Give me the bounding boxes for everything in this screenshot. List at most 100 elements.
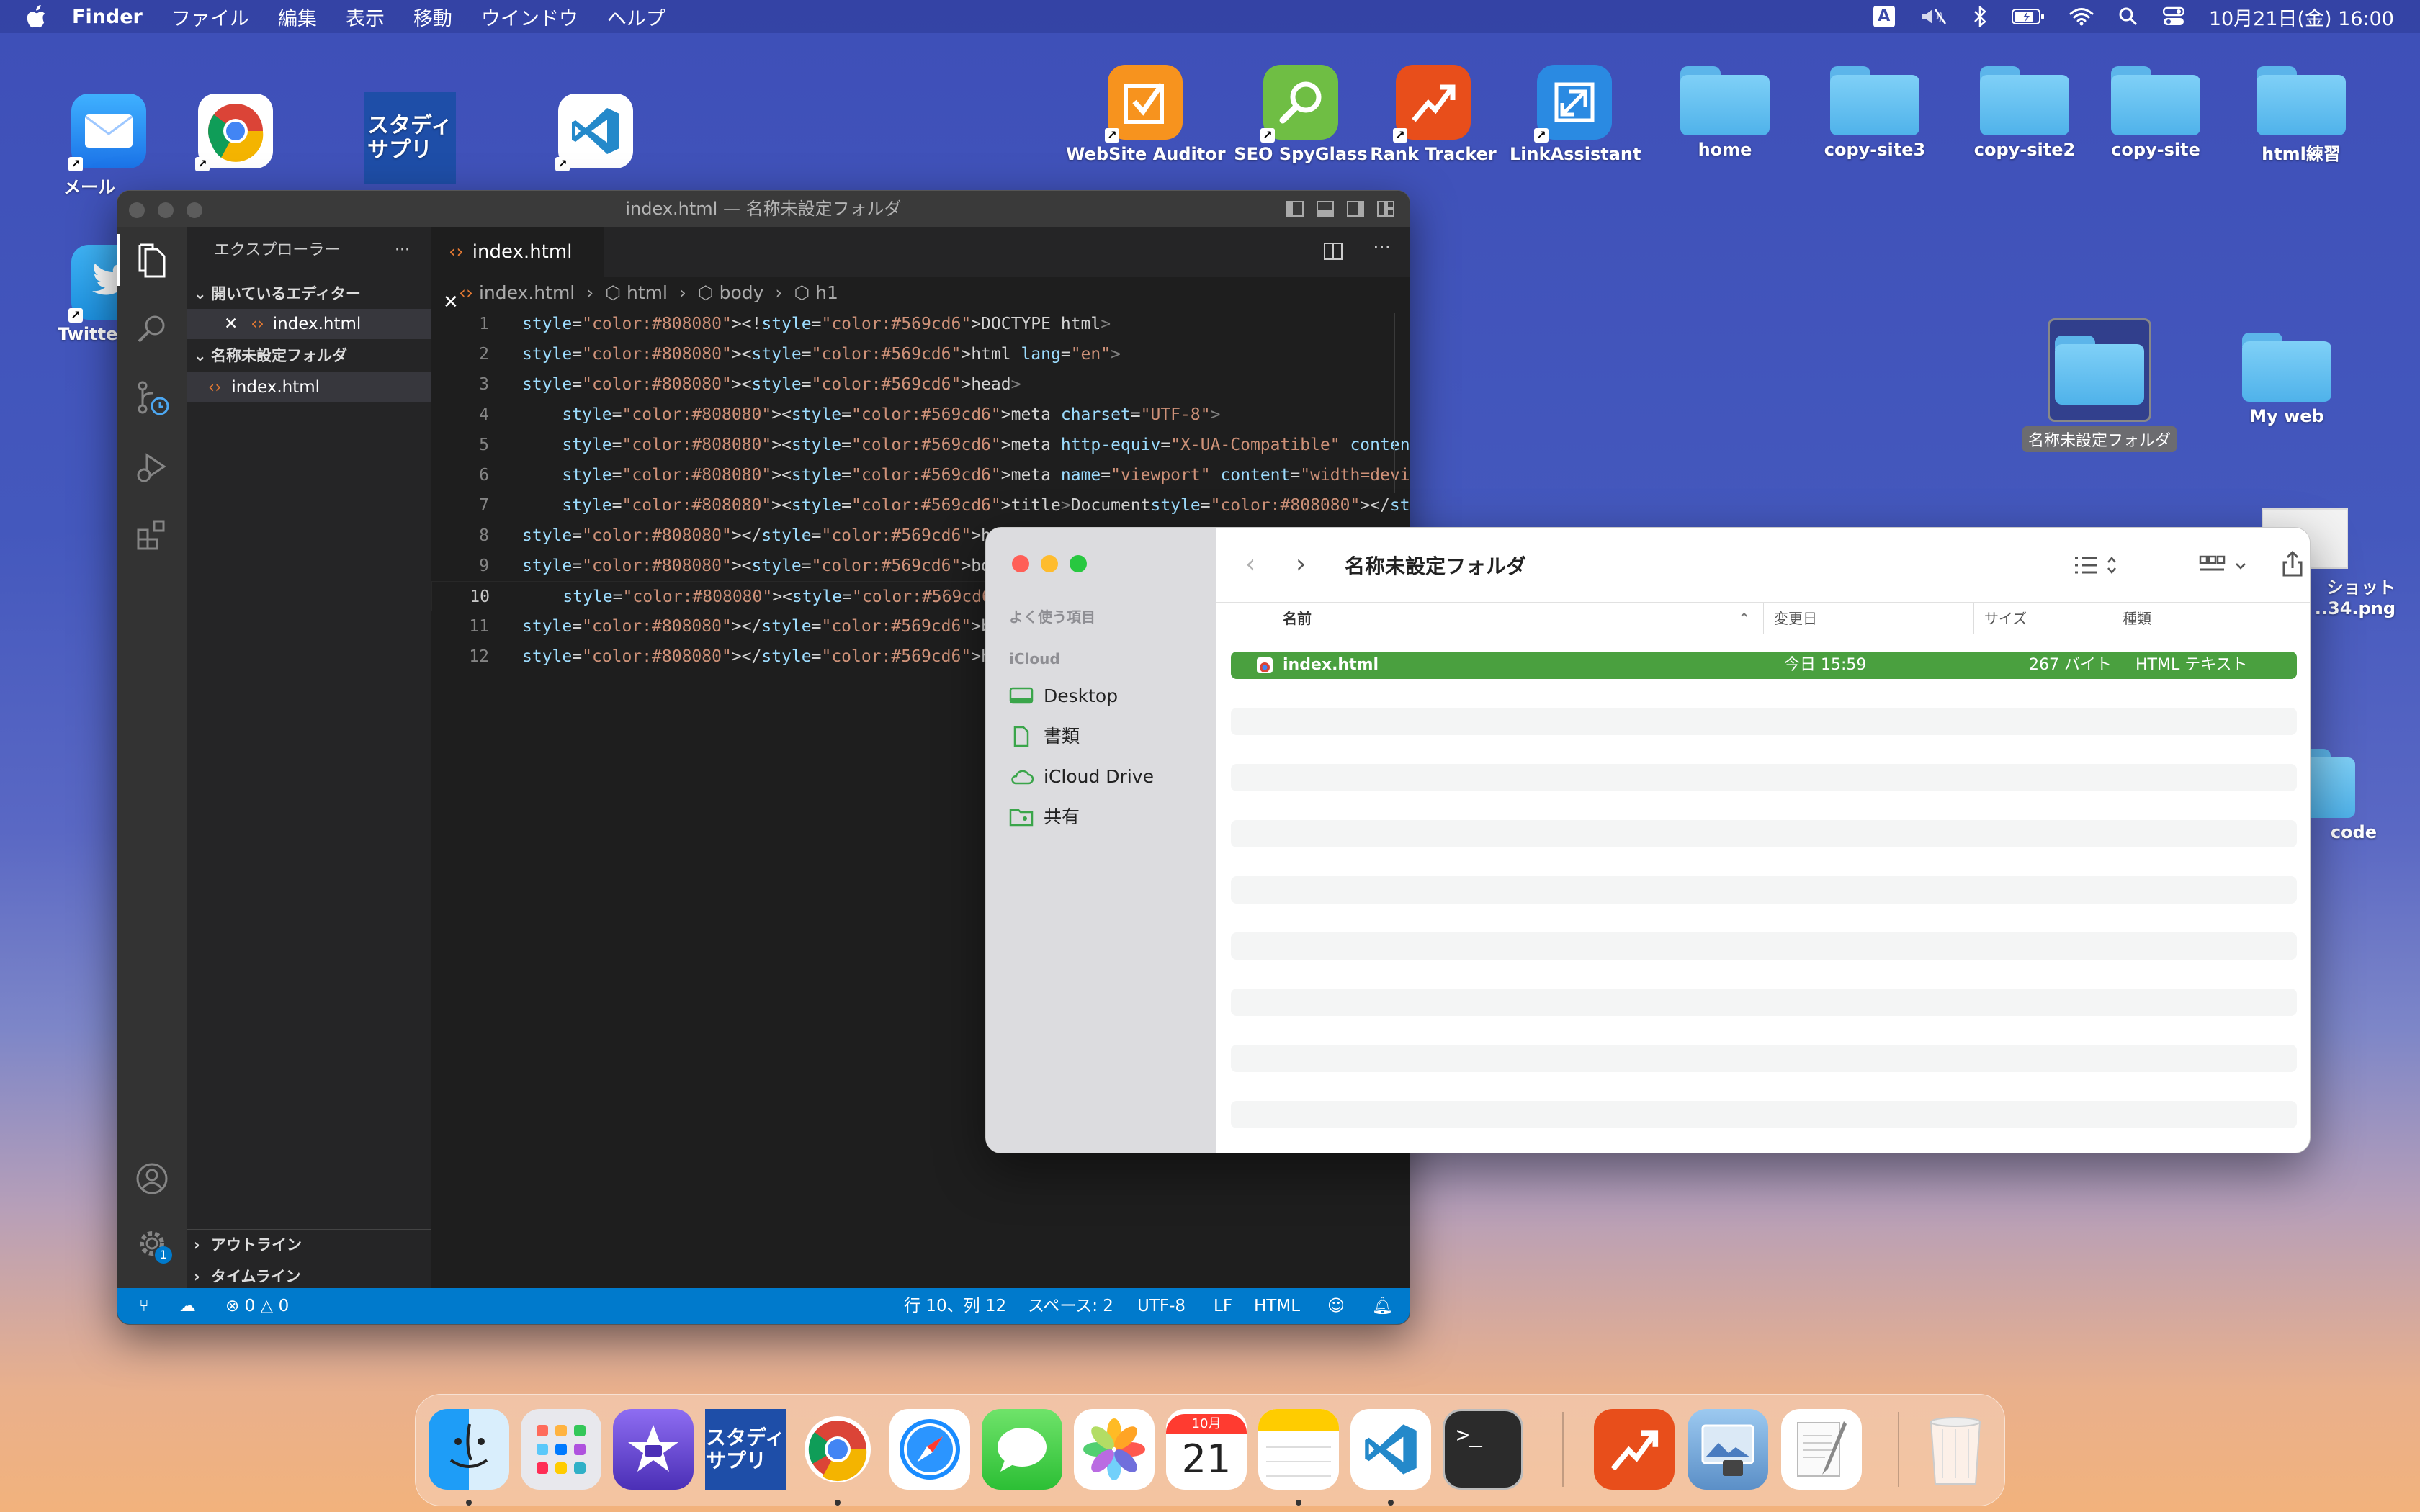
trash-icon[interactable] [1915, 1409, 1996, 1490]
apple-menu-icon[interactable] [26, 4, 48, 29]
desktop-folder-copy-site2[interactable]: copy-site2 [1971, 66, 2079, 160]
textedit-icon[interactable] [1781, 1409, 1862, 1490]
launchpad-icon[interactable] [521, 1409, 601, 1490]
explorer-icon[interactable] [132, 241, 172, 282]
preview-icon[interactable] [1688, 1409, 1768, 1490]
indentation[interactable]: スペース: 2 [1028, 1288, 1113, 1324]
calendar-icon[interactable]: 10月 21 [1166, 1409, 1247, 1490]
more-editor-actions-icon[interactable]: ··· [1373, 237, 1391, 258]
language-mode[interactable]: HTML [1254, 1288, 1300, 1324]
chrome-icon[interactable] [797, 1409, 878, 1490]
code-line[interactable]: 5 style="color:#808080"><style="color:#5… [431, 430, 1410, 460]
open-editor-item[interactable]: ✕ ‹› index.html [187, 309, 431, 339]
close-button[interactable] [129, 202, 145, 218]
menu-view[interactable]: 表示 [346, 3, 385, 31]
menu-file[interactable]: ファイル [171, 3, 249, 31]
column-header-kind[interactable]: 種類 [2112, 603, 2310, 634]
group-by-icon[interactable] [2199, 554, 2251, 580]
desktop-icon-chrome[interactable]: ↗ [189, 94, 282, 171]
timeline-section[interactable]: › タイムライン [187, 1261, 431, 1291]
terminal-icon[interactable]: >_ [1443, 1409, 1523, 1490]
wifi-icon[interactable] [2069, 7, 2094, 26]
battery-icon[interactable] [2011, 7, 2045, 26]
desktop-icon-website-auditor[interactable]: ↗ WebSite Auditor [1066, 65, 1226, 164]
open-editors-section[interactable]: ⌄ 開いているエディター [187, 279, 431, 309]
folder-section[interactable]: ⌄ 名称未設定フォルダ [187, 341, 431, 371]
desktop-icon-studysapuri[interactable]: スタディ サプリ [363, 92, 457, 184]
input-source-icon[interactable]: A [1873, 6, 1895, 27]
forward-chevron-icon[interactable]: › [1296, 549, 1306, 579]
minimize-button[interactable] [158, 202, 174, 218]
studysapuri-icon[interactable]: スタディ サプリ [705, 1409, 786, 1490]
close-icon[interactable]: ✕ [224, 315, 238, 333]
bluetooth-icon[interactable] [1973, 6, 1987, 27]
toggle-panel-icon[interactable] [1316, 199, 1335, 218]
sync-icon[interactable]: ☁ [179, 1288, 196, 1324]
sidebar-item-documents[interactable]: 書類 [1009, 719, 1080, 754]
source-control-icon[interactable] [132, 378, 172, 418]
toggle-sidebar-icon[interactable] [1286, 199, 1304, 218]
folder-file-item[interactable]: ‹› index.html [187, 372, 431, 402]
minimize-button[interactable] [1041, 555, 1058, 572]
encoding[interactable]: UTF-8 [1137, 1288, 1186, 1324]
toggle-secondary-sidebar-icon[interactable] [1346, 199, 1365, 218]
column-header-name[interactable]: 名前 ⌃ [1216, 603, 1764, 634]
outline-section[interactable]: › アウトライン [187, 1229, 431, 1259]
safari-icon[interactable] [889, 1409, 970, 1490]
menu-edit[interactable]: 編集 [278, 3, 317, 31]
customize-layout-icon[interactable] [1376, 199, 1395, 218]
list-view-icon[interactable] [2072, 554, 2120, 580]
tab-index-html[interactable]: ‹› index.html ✕ [431, 227, 604, 313]
desktop-icon-seo-spyglass[interactable]: ↗ SEO SpyGlass [1222, 65, 1380, 164]
settings-gear-icon[interactable]: 1 [132, 1223, 172, 1264]
minimap[interactable] [1394, 313, 1395, 493]
code-line[interactable]: 6 style="color:#808080"><style="color:#5… [431, 460, 1410, 490]
end-of-line[interactable]: LF [1214, 1288, 1232, 1324]
menu-app-finder[interactable]: Finder [72, 6, 143, 28]
menu-go[interactable]: 移動 [413, 3, 452, 31]
menu-clock[interactable]: 10月21日(金) 16:00 [2209, 3, 2394, 31]
back-chevron-icon[interactable]: ‹ [1245, 549, 1255, 579]
close-button[interactable] [1012, 555, 1029, 572]
feedback-icon[interactable]: ☺ [1327, 1288, 1345, 1324]
code-line[interactable]: 7 style="color:#808080"><style="color:#5… [431, 490, 1410, 521]
messages-icon[interactable] [982, 1409, 1062, 1490]
more-actions-icon[interactable]: ··· [395, 235, 410, 266]
breadcrumb-h1[interactable]: h1 [815, 282, 838, 303]
code-line[interactable]: 2 style="color:#808080"><style="color:#56… [431, 339, 1382, 369]
breadcrumb-body[interactable]: body [720, 282, 764, 303]
menu-help[interactable]: ヘルプ [607, 3, 666, 31]
search-icon[interactable] [132, 309, 172, 349]
imovie-icon[interactable] [613, 1409, 694, 1490]
photos-icon[interactable] [1074, 1409, 1155, 1490]
column-header-modified[interactable]: 変更日 [1764, 603, 1974, 634]
notes-icon[interactable] [1258, 1409, 1339, 1490]
mute-icon[interactable] [1919, 6, 1948, 27]
desktop-folder-html-practice[interactable]: html練習 [2247, 66, 2355, 165]
desktop-icon-linkassistant[interactable]: ↗ LinkAssistant [1510, 65, 1641, 164]
code-line[interactable]: 1 style="color:#808080"><!style="color:#5… [431, 309, 1382, 339]
vscode-icon[interactable] [1350, 1409, 1431, 1490]
menu-window[interactable]: ウインドウ [481, 3, 578, 31]
desktop-folder-home[interactable]: home [1678, 66, 1772, 160]
remote-icon[interactable]: ⑂ [139, 1288, 149, 1324]
sidebar-item-icloud-drive[interactable]: iCloud Drive [1009, 760, 1154, 794]
run-debug-icon[interactable] [132, 447, 172, 487]
notifications-icon[interactable]: 🔔︎ [1372, 1288, 1393, 1324]
desktop-icon-vscode[interactable]: ↗ [555, 94, 635, 171]
cursor-position[interactable]: 行 10、列 12 [904, 1288, 1006, 1324]
finder-icon[interactable] [429, 1409, 509, 1490]
split-editor-icon[interactable] [1323, 241, 1343, 264]
desktop-folder-copy-site[interactable]: copy-site [2102, 66, 2210, 160]
breadcrumb-file[interactable]: index.html [479, 282, 575, 303]
breadcrumb-html[interactable]: html [627, 282, 668, 303]
control-center-icon[interactable] [2162, 6, 2184, 27]
code-line[interactable]: 4 style="color:#808080"><style="color:#5… [431, 400, 1382, 430]
desktop-folder-copy-site3[interactable]: copy-site3 [1821, 66, 1929, 160]
column-header-size[interactable]: サイズ [1974, 603, 2112, 634]
file-row-index-html[interactable]: index.html 今日 15:59 267 バイト HTML テキスト [1231, 652, 2297, 679]
extensions-icon[interactable] [132, 515, 172, 555]
account-icon[interactable] [132, 1158, 172, 1199]
desktop-icon-rank-tracker[interactable]: ↗ Rank Tracker [1368, 65, 1498, 164]
zoom-button[interactable] [1070, 555, 1087, 572]
